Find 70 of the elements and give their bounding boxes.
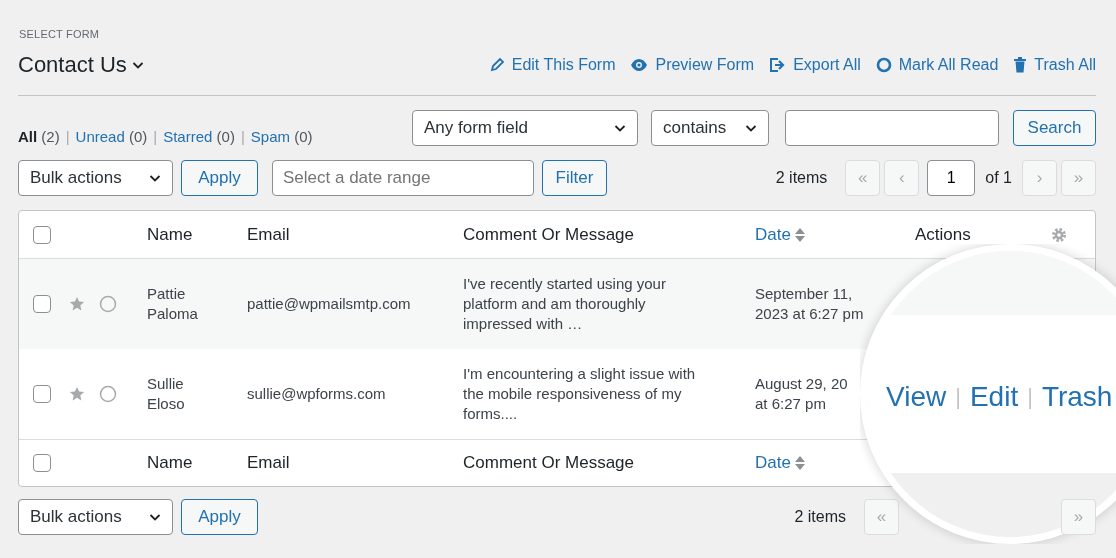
column-header: Comment Or Message (463, 453, 634, 473)
circle-icon (875, 57, 892, 73)
pencil-icon (488, 57, 505, 73)
table-cell-text: pattie@wpmailsmtp.com (247, 294, 412, 314)
header-action-link[interactable]: Trash All (1013, 56, 1096, 74)
table-cell: September 11, 2023 at 6:27 pm (755, 284, 864, 324)
star-icon[interactable] (69, 296, 85, 312)
trash-icon (1013, 57, 1028, 73)
header-action-link[interactable]: Edit This Form (488, 56, 616, 74)
row-action-link[interactable]: Edit (969, 381, 1019, 413)
date-range-field[interactable]: Select a date range (272, 160, 534, 196)
field-select[interactable]: Any form field (412, 110, 638, 146)
form-select-label: SELECT FORM (19, 28, 100, 40)
separator: | (955, 384, 961, 410)
header-action-link[interactable]: Preview Form (630, 56, 755, 74)
view-filter-link[interactable]: Unread (75, 127, 125, 145)
item-count: 2 items (775, 169, 828, 187)
header-action-link[interactable]: Export All (769, 56, 861, 74)
column-header: Email (247, 224, 290, 245)
view-count: (0) (215, 127, 235, 145)
item-count: 2 items (794, 508, 846, 526)
table-cell-text: I've recently started using your platform and am thoroughly impressed with … (463, 274, 667, 334)
bulk-actions-select[interactable]: Bulk actions (18, 160, 173, 196)
table-cell-text: Sullie Eloso (147, 374, 186, 414)
star-icon[interactable] (69, 386, 85, 402)
apply-button[interactable]: Apply (181, 160, 258, 196)
column-header: Email (247, 453, 290, 473)
column-header[interactable]: Date (755, 453, 791, 473)
separator: | (153, 127, 158, 145)
settings-icon[interactable] (1051, 226, 1067, 243)
read-status-icon[interactable] (99, 385, 117, 403)
sort-icon[interactable] (793, 455, 806, 471)
export-icon (769, 57, 787, 73)
checkbox[interactable] (33, 454, 51, 472)
table-cell-text: sullie@wpforms.com (247, 384, 387, 404)
table-cell-text: Pattie Paloma (147, 284, 199, 324)
separator: | (65, 127, 70, 145)
page-total: of 1 (985, 169, 1012, 187)
view-count: (2) (40, 127, 60, 145)
separator: | (1027, 384, 1033, 410)
column-header: Actions (915, 224, 971, 245)
table-cell: August 29, 20 at 6:27 pm (755, 374, 848, 414)
bulk-actions-select[interactable]: Bulk actions (18, 499, 173, 535)
row-action-link[interactable]: Trash (1041, 381, 1113, 413)
column-header: Name (147, 224, 193, 245)
column-header[interactable]: Date (755, 224, 791, 245)
sort-icon[interactable] (793, 226, 806, 243)
apply-button[interactable]: Apply (181, 499, 258, 535)
operator-select[interactable]: contains (651, 110, 769, 146)
search-field[interactable] (785, 110, 999, 146)
column-header: Name (147, 453, 193, 473)
checkbox[interactable] (33, 225, 51, 244)
view-count: (0) (127, 127, 148, 145)
table-cell-text: I'm encountering a slight issue with the mobile responsiveness of my forms.... (463, 364, 697, 424)
row-action-link[interactable]: View (886, 381, 947, 413)
eye-icon (630, 58, 649, 72)
checkbox[interactable] (33, 385, 51, 403)
view-filter-link[interactable]: Spam (250, 127, 290, 145)
form-selector[interactable]: Contact Us (18, 52, 127, 78)
column-header: Comment Or Message (463, 224, 634, 245)
header-action-link[interactable]: Mark All Read (875, 56, 999, 74)
separator: | (240, 127, 245, 145)
checkbox[interactable] (33, 295, 51, 313)
view-filter-link[interactable]: Starred (163, 127, 213, 145)
filter-button[interactable]: Filter (542, 160, 607, 196)
read-status-icon[interactable] (99, 295, 117, 313)
search-button[interactable]: Search (1013, 110, 1096, 146)
view-count: (0) (293, 127, 313, 145)
view-filter-link[interactable]: All (18, 127, 38, 145)
page-input[interactable]: 1 (927, 160, 976, 196)
